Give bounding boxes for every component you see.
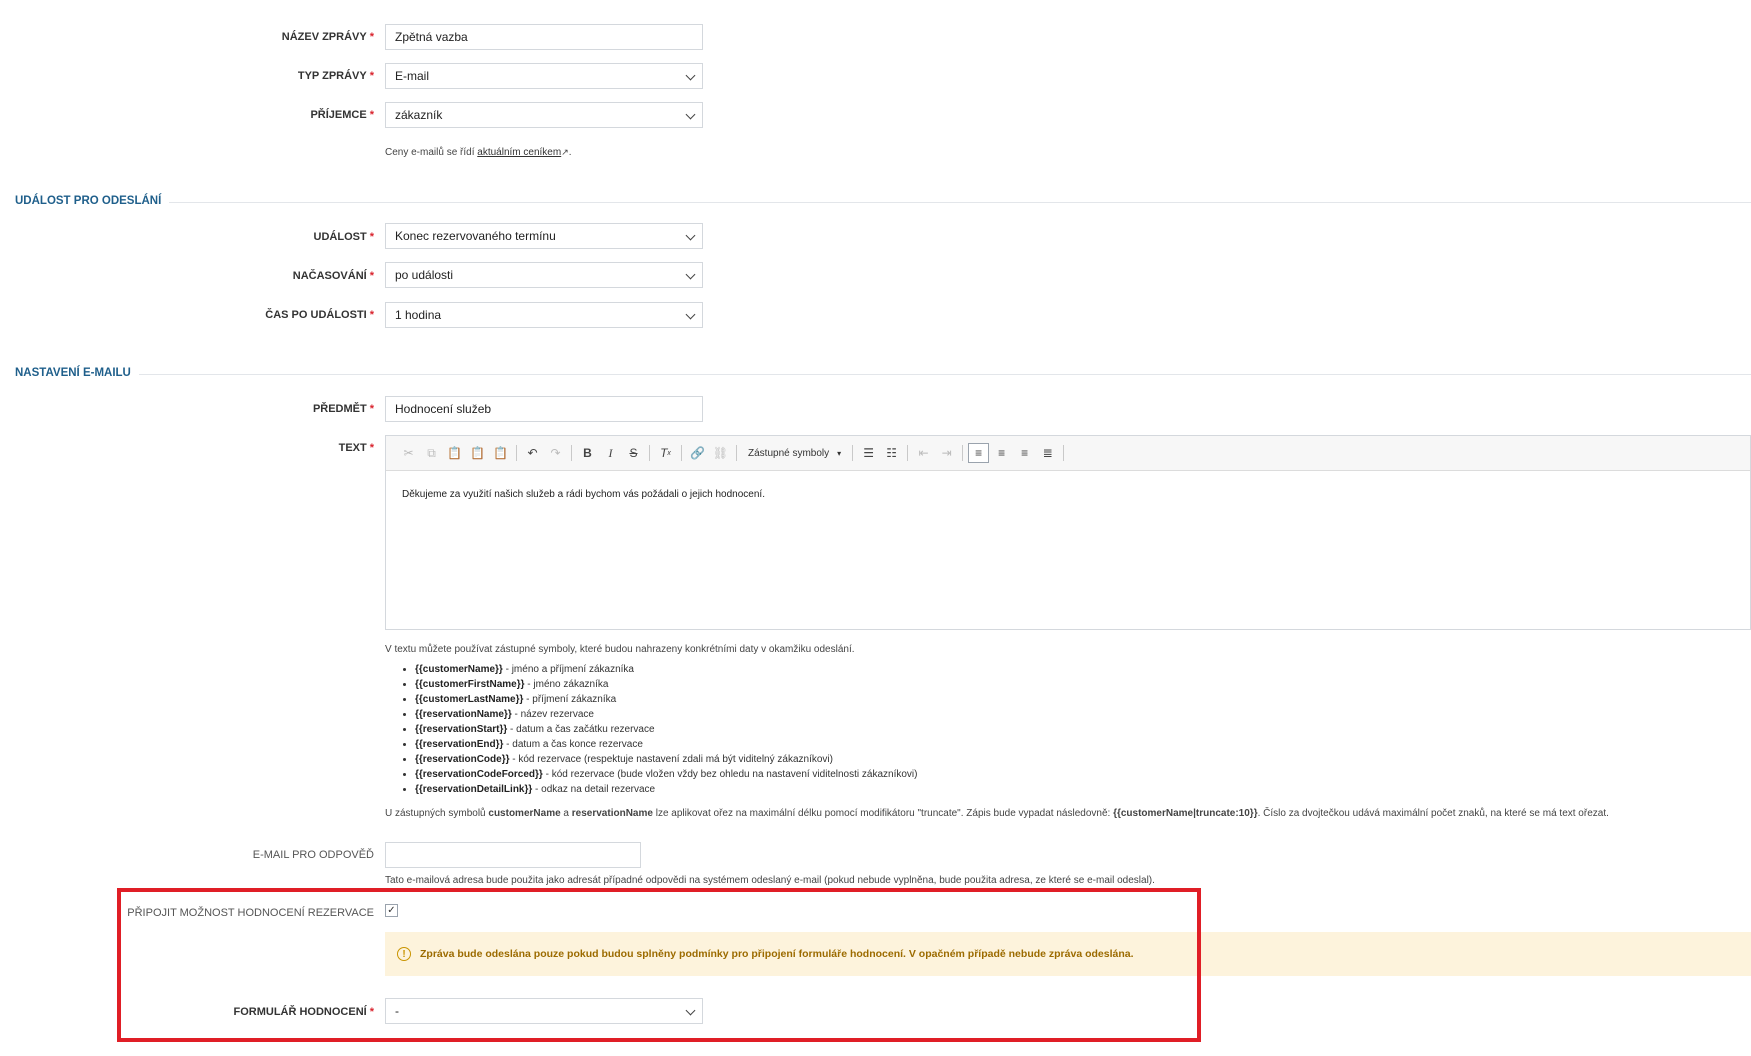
chevron-down-icon bbox=[685, 230, 696, 241]
redo-icon[interactable]: ↷ bbox=[545, 443, 566, 463]
bulleted-list-icon[interactable]: ☷ bbox=[881, 443, 902, 463]
caret-down-icon: ▾ bbox=[837, 448, 842, 458]
symbol-item: {{reservationCode}} - kód rezervace (res… bbox=[415, 752, 917, 767]
symbols-list: {{customerName}} - jméno a příjmení záka… bbox=[401, 662, 917, 797]
indent-icon[interactable]: ⇥ bbox=[936, 443, 957, 463]
bold-icon[interactable]: B bbox=[577, 443, 598, 463]
numbered-list-icon[interactable]: ☰ bbox=[858, 443, 879, 463]
remove-format-icon[interactable]: Tx bbox=[655, 443, 676, 463]
highlight-box bbox=[117, 888, 1201, 1042]
subject-label: PŘEDMĚT * bbox=[312, 403, 374, 415]
external-link-icon: ↗ bbox=[561, 147, 569, 157]
align-left-icon[interactable]: ≡ bbox=[968, 443, 990, 463]
cut-icon[interactable]: ✂ bbox=[398, 443, 419, 463]
paste-text-icon[interactable]: 📋 bbox=[467, 443, 488, 463]
event-label: UDÁLOST * bbox=[313, 231, 374, 243]
email-section-title: NASTAVENÍ E-MAILU bbox=[15, 367, 139, 379]
link-icon[interactable]: 🔗 bbox=[687, 443, 708, 463]
reply-email-label: E-MAIL PRO ODPOVĚĎ bbox=[252, 849, 374, 861]
symbol-item: {{customerFirstName}} - jméno zákazníka bbox=[415, 677, 917, 692]
chevron-down-icon bbox=[685, 70, 696, 81]
symbol-item: {{reservationEnd}} - datum a čas konce r… bbox=[415, 737, 917, 752]
symbol-item: {{reservationCodeForced}} - kód rezervac… bbox=[415, 767, 917, 782]
recipient-label: PŘÍJEMCE * bbox=[310, 109, 374, 121]
reply-email-input[interactable] bbox=[385, 842, 641, 868]
message-name-label: NÁZEV ZPRÁVY * bbox=[281, 31, 374, 43]
pricing-note: Ceny e-mailů se řídí aktuálním ceníkem↗. bbox=[385, 147, 572, 158]
truncate-note: U zástupných symbolů customerName a rese… bbox=[385, 808, 1609, 819]
outdent-icon[interactable]: ⇤ bbox=[913, 443, 934, 463]
section-divider bbox=[15, 202, 1751, 203]
text-label: TEXT * bbox=[338, 442, 374, 454]
symbol-item: {{customerName}} - jméno a příjmení záka… bbox=[415, 662, 917, 677]
time-after-select[interactable]: 1 hodina bbox=[385, 302, 703, 328]
strikethrough-icon[interactable]: S bbox=[623, 443, 644, 463]
timing-label: NAČASOVÁNÍ * bbox=[292, 270, 374, 282]
event-select[interactable]: Konec rezervovaného termínu bbox=[385, 223, 703, 249]
paste-icon[interactable]: 📋 bbox=[444, 443, 465, 463]
align-center-icon[interactable]: ≡ bbox=[991, 443, 1012, 463]
editor-toolbar: ✂ ⧉ 📋 📋 📋 ↶ ↷ B I S Tx 🔗 ⛓ Zástupné symb… bbox=[386, 436, 1750, 471]
copy-icon[interactable]: ⧉ bbox=[421, 443, 442, 463]
message-type-label: TYP ZPRÁVY * bbox=[297, 70, 374, 82]
message-type-select[interactable]: E-mail bbox=[385, 63, 703, 89]
undo-icon[interactable]: ↶ bbox=[522, 443, 543, 463]
pricing-link[interactable]: aktuálním ceníkem bbox=[477, 147, 561, 158]
timing-select[interactable]: po události bbox=[385, 262, 703, 288]
chevron-down-icon bbox=[685, 109, 696, 120]
symbol-item: {{reservationStart}} - datum a čas začát… bbox=[415, 722, 917, 737]
editor-content[interactable]: Děkujeme za využití našich služeb a rádi… bbox=[386, 471, 1750, 518]
symbols-intro: V textu můžete používat zástupné symboly… bbox=[385, 644, 855, 655]
symbol-item: {{reservationDetailLink}} - odkaz na det… bbox=[415, 782, 917, 797]
section-divider bbox=[15, 374, 1751, 375]
chevron-down-icon bbox=[685, 309, 696, 320]
align-right-icon[interactable]: ≡ bbox=[1014, 443, 1035, 463]
align-justify-icon[interactable]: ≣ bbox=[1037, 443, 1058, 463]
symbol-item: {{reservationName}} - název rezervace bbox=[415, 707, 917, 722]
subject-input[interactable] bbox=[385, 396, 703, 422]
chevron-down-icon bbox=[685, 269, 696, 280]
event-section-title: UDÁLOST PRO ODESLÁNÍ bbox=[15, 195, 170, 207]
symbol-item: {{customerLastName}} - příjmení zákazník… bbox=[415, 692, 917, 707]
time-after-label: ČAS PO UDÁLOSTI * bbox=[265, 309, 374, 321]
message-name-input[interactable] bbox=[385, 24, 703, 50]
placeholders-dropdown[interactable]: Zástupné symboly ▾ bbox=[742, 448, 847, 459]
unlink-icon[interactable]: ⛓ bbox=[710, 443, 731, 463]
recipient-select[interactable]: zákazník bbox=[385, 102, 703, 128]
reply-email-note: Tato e-mailová adresa bude použita jako … bbox=[385, 875, 1155, 886]
paste-word-icon[interactable]: 📋 bbox=[490, 443, 511, 463]
italic-icon[interactable]: I bbox=[600, 443, 621, 463]
rich-text-editor[interactable]: ✂ ⧉ 📋 📋 📋 ↶ ↷ B I S Tx 🔗 ⛓ Zástupné symb… bbox=[385, 435, 1751, 630]
